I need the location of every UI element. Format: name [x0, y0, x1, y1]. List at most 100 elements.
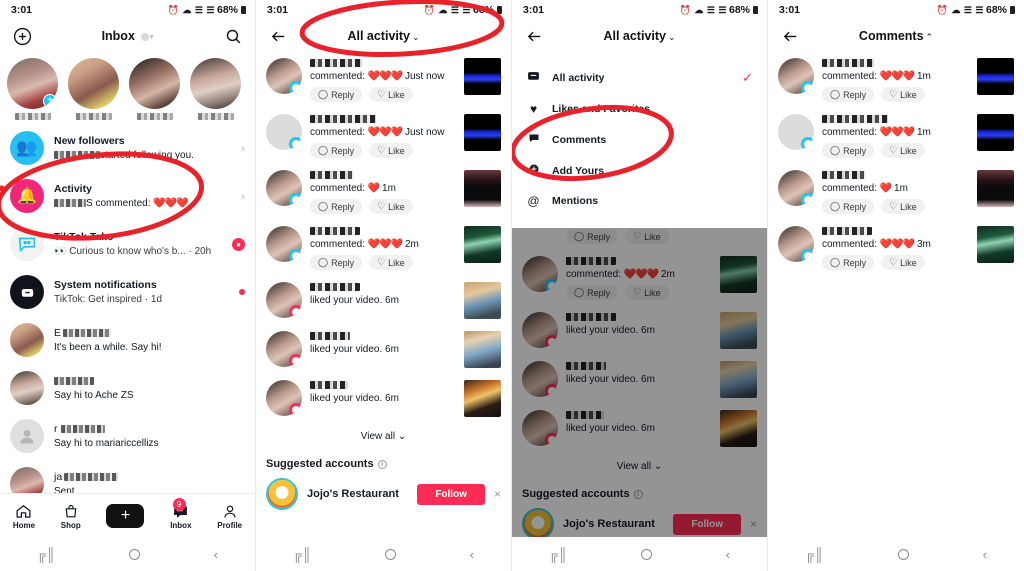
- follow-button[interactable]: Follow: [417, 483, 485, 505]
- activity-row[interactable]: commented: ❤️❤️❤️ Just now ◯ Reply ♡ Like: [266, 52, 501, 108]
- activity-row[interactable]: liked your video. 6m: [266, 276, 501, 325]
- reply-button[interactable]: ◯ Reply: [822, 143, 875, 158]
- recents-button[interactable]: ╔║: [549, 547, 567, 562]
- close-icon[interactable]: ×: [494, 487, 501, 501]
- like-button[interactable]: ♡ Like: [881, 199, 925, 214]
- back-arrow-icon[interactable]: [266, 24, 290, 48]
- like-button[interactable]: ♡ Like: [881, 255, 925, 270]
- list-item-message[interactable]: r Say hi to mariariccellizs: [0, 412, 255, 460]
- menu-item-comments[interactable]: Comments: [512, 124, 767, 155]
- add-story-plus-icon[interactable]: +: [43, 94, 57, 108]
- like-button[interactable]: ♡ Like: [881, 87, 925, 102]
- recents-button[interactable]: ╔║: [805, 547, 823, 562]
- story-item[interactable]: +: [4, 58, 61, 120]
- dropdown-dim-overlay[interactable]: [512, 217, 767, 571]
- tab-home[interactable]: Home: [13, 502, 35, 530]
- story-item[interactable]: [65, 58, 122, 120]
- avatar[interactable]: [266, 380, 302, 416]
- avatar[interactable]: [266, 282, 302, 318]
- reply-button[interactable]: ◯ Reply: [822, 199, 875, 214]
- back-button[interactable]: ‹: [470, 547, 474, 562]
- home-button[interactable]: [129, 548, 141, 560]
- video-thumbnail[interactable]: [464, 331, 501, 368]
- avatar[interactable]: [266, 478, 298, 510]
- recents-button[interactable]: ╔║: [37, 547, 55, 562]
- view-all-button[interactable]: View all ⌄: [256, 423, 511, 448]
- activity-row[interactable]: commented: ❤️ 1m ◯ Reply ♡ Like: [778, 164, 1014, 220]
- list-item-message[interactable]: E It's been a while. Say hi!: [0, 316, 255, 364]
- activity-row[interactable]: commented: ❤️❤️❤️ 1m ◯ Reply ♡ Like: [778, 52, 1014, 108]
- back-button[interactable]: ‹: [726, 547, 730, 562]
- avatar[interactable]: [266, 226, 302, 262]
- video-thumbnail[interactable]: [464, 58, 501, 95]
- like-button[interactable]: ♡ Like: [881, 143, 925, 158]
- avatar[interactable]: [266, 170, 302, 206]
- video-thumbnail[interactable]: [977, 58, 1014, 95]
- reply-button[interactable]: ◯ Reply: [310, 87, 363, 102]
- avatar[interactable]: [129, 58, 180, 109]
- home-button[interactable]: [897, 548, 909, 560]
- home-button[interactable]: [385, 548, 397, 560]
- activity-filter-title[interactable]: All activity ⌄: [256, 29, 511, 43]
- avatar[interactable]: [190, 58, 241, 109]
- avatar[interactable]: [778, 226, 814, 262]
- like-button[interactable]: ♡ Like: [369, 87, 413, 102]
- reply-button[interactable]: ◯ Reply: [310, 255, 363, 270]
- activity-row[interactable]: commented: ❤️❤️❤️ Just now ◯ Reply ♡ Like: [266, 108, 501, 164]
- activity-filter-title[interactable]: Comments ⌃: [768, 29, 1024, 43]
- like-button[interactable]: ♡ Like: [369, 255, 413, 270]
- avatar[interactable]: [266, 331, 302, 367]
- video-thumbnail[interactable]: [977, 226, 1014, 263]
- activity-row[interactable]: commented: ❤️ 1m ◯ Reply ♡ Like: [266, 164, 501, 220]
- reply-button[interactable]: ◯ Reply: [310, 199, 363, 214]
- menu-item-mentions[interactable]: @ Mentions: [512, 186, 767, 216]
- story-item[interactable]: [126, 58, 183, 120]
- reply-button[interactable]: ◯ Reply: [310, 143, 363, 158]
- search-icon[interactable]: [221, 24, 245, 48]
- avatar[interactable]: [68, 58, 119, 109]
- video-thumbnail[interactable]: [464, 114, 501, 151]
- avatar[interactable]: [778, 114, 814, 150]
- tab-profile[interactable]: Profile: [217, 502, 242, 530]
- video-thumbnail[interactable]: [464, 282, 501, 319]
- like-button[interactable]: ♡ Like: [369, 143, 413, 158]
- list-item-tiktok-tako[interactable]: TikTok Tako 👀 Curious to know who's b...…: [0, 220, 255, 268]
- reply-button[interactable]: ◯ Reply: [822, 87, 875, 102]
- story-item[interactable]: [187, 58, 244, 120]
- plus-circle-icon[interactable]: [10, 24, 34, 48]
- tab-shop[interactable]: Shop: [61, 502, 81, 530]
- reply-button[interactable]: ◯ Reply: [822, 255, 875, 270]
- activity-row[interactable]: commented: ❤️❤️❤️ 1m ◯ Reply ♡ Like: [778, 108, 1014, 164]
- video-thumbnail[interactable]: [464, 170, 501, 207]
- list-item-new-followers[interactable]: 👥 New followers started following you. ›: [0, 124, 255, 172]
- create-plus-icon[interactable]: +: [102, 503, 149, 528]
- list-item-activity[interactable]: 🔔 Activity S commented: ❤️❤️❤️ ›: [0, 172, 255, 220]
- activity-row[interactable]: commented: ❤️❤️❤️ 3m ◯ Reply ♡ Like: [778, 220, 1014, 276]
- video-thumbnail[interactable]: [464, 380, 501, 417]
- like-button[interactable]: ♡ Like: [369, 199, 413, 214]
- back-button[interactable]: ‹: [983, 547, 987, 562]
- tab-create[interactable]: +: [102, 503, 149, 528]
- avatar[interactable]: [266, 114, 302, 150]
- back-button[interactable]: ‹: [214, 547, 218, 562]
- avatar[interactable]: [266, 58, 302, 94]
- activity-row[interactable]: commented: ❤️❤️❤️ 2m ◯ Reply ♡ Like: [266, 220, 501, 276]
- avatar[interactable]: +: [7, 58, 58, 109]
- tab-inbox[interactable]: 9 Inbox: [170, 497, 192, 530]
- suggested-account-row[interactable]: Jojo's Restaurant Follow ×: [256, 474, 511, 514]
- back-arrow-icon[interactable]: [778, 24, 802, 48]
- avatar[interactable]: [778, 170, 814, 206]
- list-item-message[interactable]: Say hi to Ache ZS: [0, 364, 255, 412]
- menu-item-all-activity[interactable]: All activity ✓: [512, 62, 767, 94]
- list-item-system-notifications[interactable]: System notifications TikTok: Get inspire…: [0, 268, 255, 316]
- activity-filter-title[interactable]: All activity ⌄: [512, 29, 767, 43]
- video-thumbnail[interactable]: [977, 170, 1014, 207]
- activity-row[interactable]: liked your video. 6m: [266, 374, 501, 423]
- back-arrow-icon[interactable]: [522, 24, 546, 48]
- video-thumbnail[interactable]: [977, 114, 1014, 151]
- info-icon[interactable]: i: [377, 459, 387, 469]
- activity-row[interactable]: liked your video. 6m: [266, 325, 501, 374]
- home-button[interactable]: [641, 548, 653, 560]
- recents-button[interactable]: ╔║: [293, 547, 311, 562]
- menu-item-add-yours[interactable]: Add Yours: [512, 155, 767, 186]
